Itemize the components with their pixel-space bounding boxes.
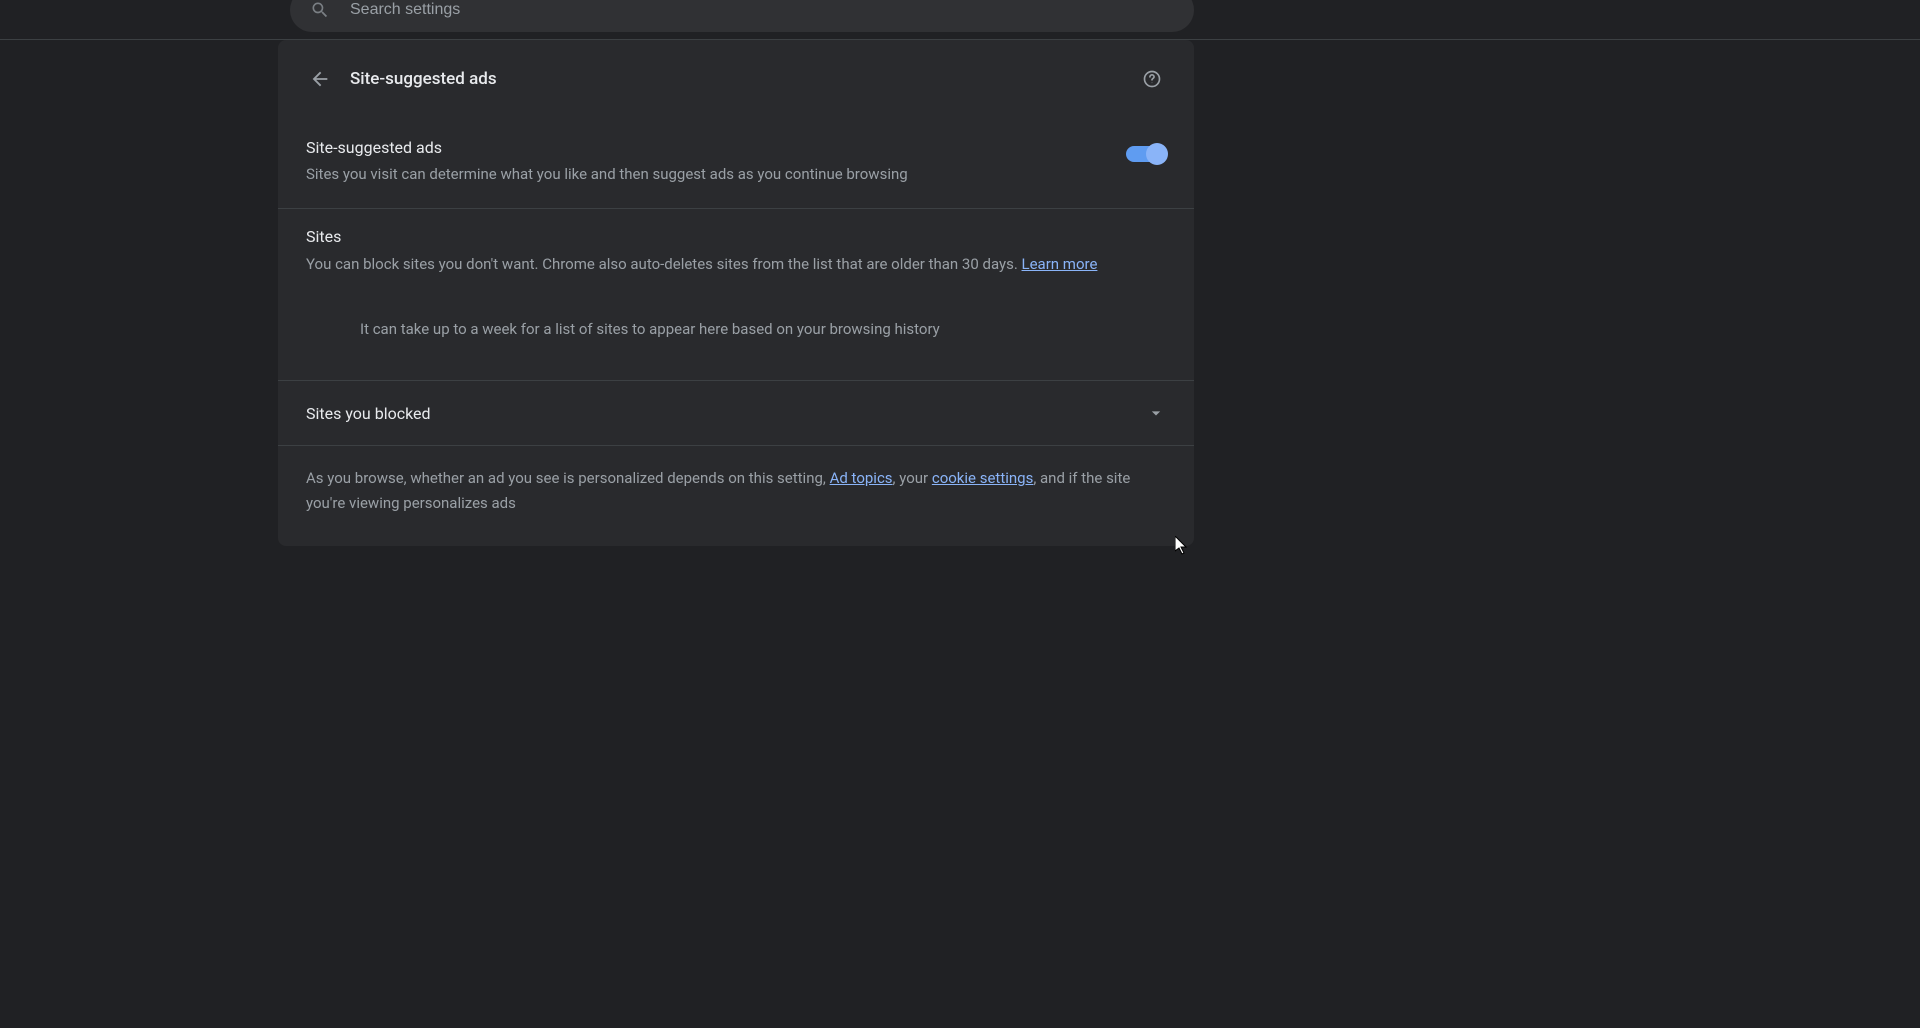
setting-text: Site-suggested ads Sites you visit can d… — [306, 138, 1126, 186]
chevron-down-icon — [1146, 403, 1166, 423]
setting-title: Site-suggested ads — [306, 138, 1126, 157]
search-input[interactable] — [350, 1, 1174, 19]
page-title: Site-suggested ads — [350, 69, 1134, 89]
help-button[interactable] — [1134, 61, 1170, 97]
search-icon — [310, 0, 330, 20]
ad-topics-link[interactable]: Ad topics — [830, 469, 893, 487]
help-icon — [1142, 69, 1162, 89]
sites-section-description: You can block sites you don't want. Chro… — [306, 252, 1166, 277]
search-bar[interactable] — [290, 0, 1194, 32]
top-area — [0, 0, 1920, 40]
main-toggle-row: Site-suggested ads Sites you visit can d… — [278, 118, 1194, 209]
sites-you-blocked-row[interactable]: Sites you blocked — [278, 381, 1194, 446]
sites-desc-text: You can block sites you don't want. Chro… — [306, 255, 1022, 273]
back-button[interactable] — [302, 61, 338, 97]
site-suggested-ads-toggle[interactable] — [1126, 146, 1166, 162]
sites-info-message: It can take up to a week for a list of s… — [278, 296, 1194, 381]
toggle-thumb — [1146, 143, 1168, 165]
learn-more-link[interactable]: Learn more — [1022, 255, 1098, 273]
footer-text: As you browse, whether an ad you see is … — [278, 446, 1194, 546]
sites-you-blocked-title: Sites you blocked — [306, 404, 431, 423]
main-panel: Site-suggested ads Site-suggested ads Si… — [278, 40, 1194, 546]
footer-text-before: As you browse, whether an ad you see is … — [306, 469, 830, 487]
footer-text-mid: , your — [893, 469, 932, 487]
sites-section: Sites You can block sites you don't want… — [278, 209, 1194, 297]
sites-section-title: Sites — [306, 227, 1166, 246]
cookie-settings-link[interactable]: cookie settings — [932, 469, 1034, 487]
arrow-left-icon — [309, 68, 331, 90]
panel-header: Site-suggested ads — [278, 40, 1194, 118]
setting-description: Sites you visit can determine what you l… — [306, 163, 1126, 186]
